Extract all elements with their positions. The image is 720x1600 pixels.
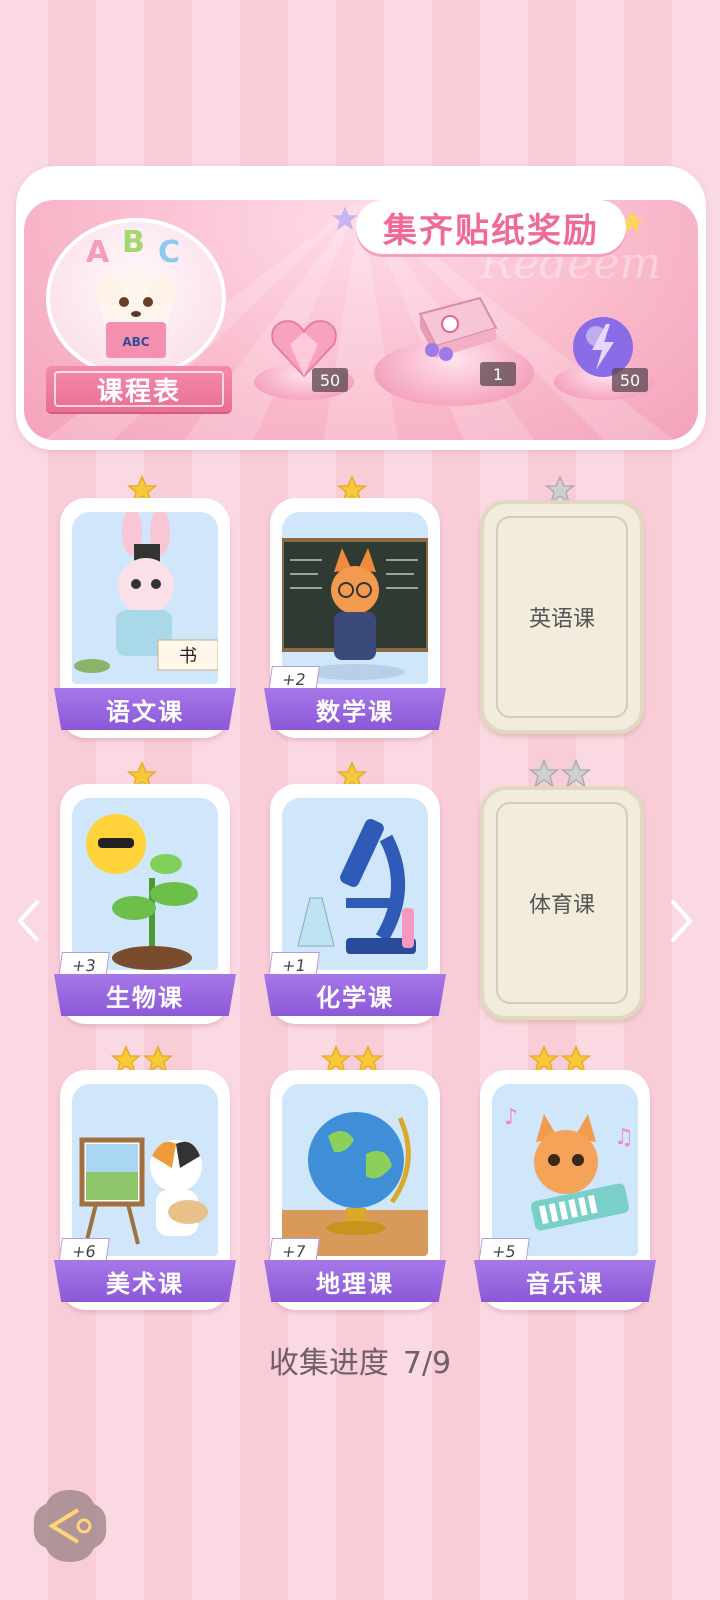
next-page-arrow-icon[interactable]: [666, 896, 696, 946]
card-label: 语文课: [54, 688, 236, 730]
globe-icon: [282, 1084, 428, 1256]
schedule-button[interactable]: 课程表: [46, 366, 232, 412]
gift-box-icon[interactable]: [410, 288, 500, 368]
card-chinese[interactable]: 书 语文课: [54, 498, 236, 738]
card-pe-locked[interactable]: 体育课: [480, 786, 644, 1020]
svg-text:B: B: [122, 225, 145, 260]
svg-text:A: A: [86, 235, 110, 270]
card-label: 音乐课: [474, 1260, 656, 1302]
prev-page-arrow-icon[interactable]: [14, 896, 44, 946]
card-label: 地理课: [264, 1260, 446, 1302]
card-english-locked[interactable]: 英语课: [480, 500, 644, 734]
reward-count: 50: [612, 368, 648, 392]
schedule-label: 课程表: [96, 376, 181, 407]
bunny-calligraphy-icon: 书: [72, 512, 218, 684]
card-label: 化学课: [264, 974, 446, 1016]
card-label: 数学课: [264, 688, 446, 730]
card-geography[interactable]: +7 地理课: [264, 1070, 446, 1310]
card-label: 体育课: [496, 802, 628, 1004]
svg-text:C: C: [158, 235, 180, 270]
banner-title: 集齐贴纸奖励: [356, 200, 626, 254]
cat-painter-icon: [72, 1084, 218, 1256]
progress-label: 收集进度: [268, 1346, 389, 1381]
fox-teacher-icon: [282, 512, 428, 684]
card-music[interactable]: ♪ ♫ +5 音乐课: [474, 1070, 656, 1310]
poodle-reading-icon: A B C ABC: [86, 225, 180, 358]
card-math[interactable]: +2 数学课: [264, 498, 446, 738]
card-label: 生物课: [54, 974, 236, 1016]
card-biology[interactable]: +3 生物课: [54, 784, 236, 1024]
card-label: 美术课: [54, 1260, 236, 1302]
card-chemistry[interactable]: +1 化学课: [264, 784, 446, 1024]
cat-keyboard-icon: ♪ ♫: [492, 1084, 638, 1256]
back-button[interactable]: [30, 1486, 110, 1566]
sprout-sun-icon: [72, 798, 218, 970]
collection-progress: 收集进度 7/9: [0, 1338, 720, 1382]
card-art[interactable]: +6 美术课: [54, 1070, 236, 1310]
microscope-icon: [282, 798, 428, 970]
avatar[interactable]: A B C ABC: [46, 218, 226, 378]
reward-count: 1: [480, 362, 516, 386]
svg-text:♫: ♫: [614, 1125, 634, 1150]
card-label: 英语课: [496, 516, 628, 718]
svg-text:♪: ♪: [504, 1105, 518, 1130]
reward-count: 50: [312, 368, 348, 392]
svg-text:书: 书: [179, 646, 197, 667]
progress-value: 7/9: [402, 1346, 452, 1381]
svg-text:ABC: ABC: [122, 335, 149, 349]
